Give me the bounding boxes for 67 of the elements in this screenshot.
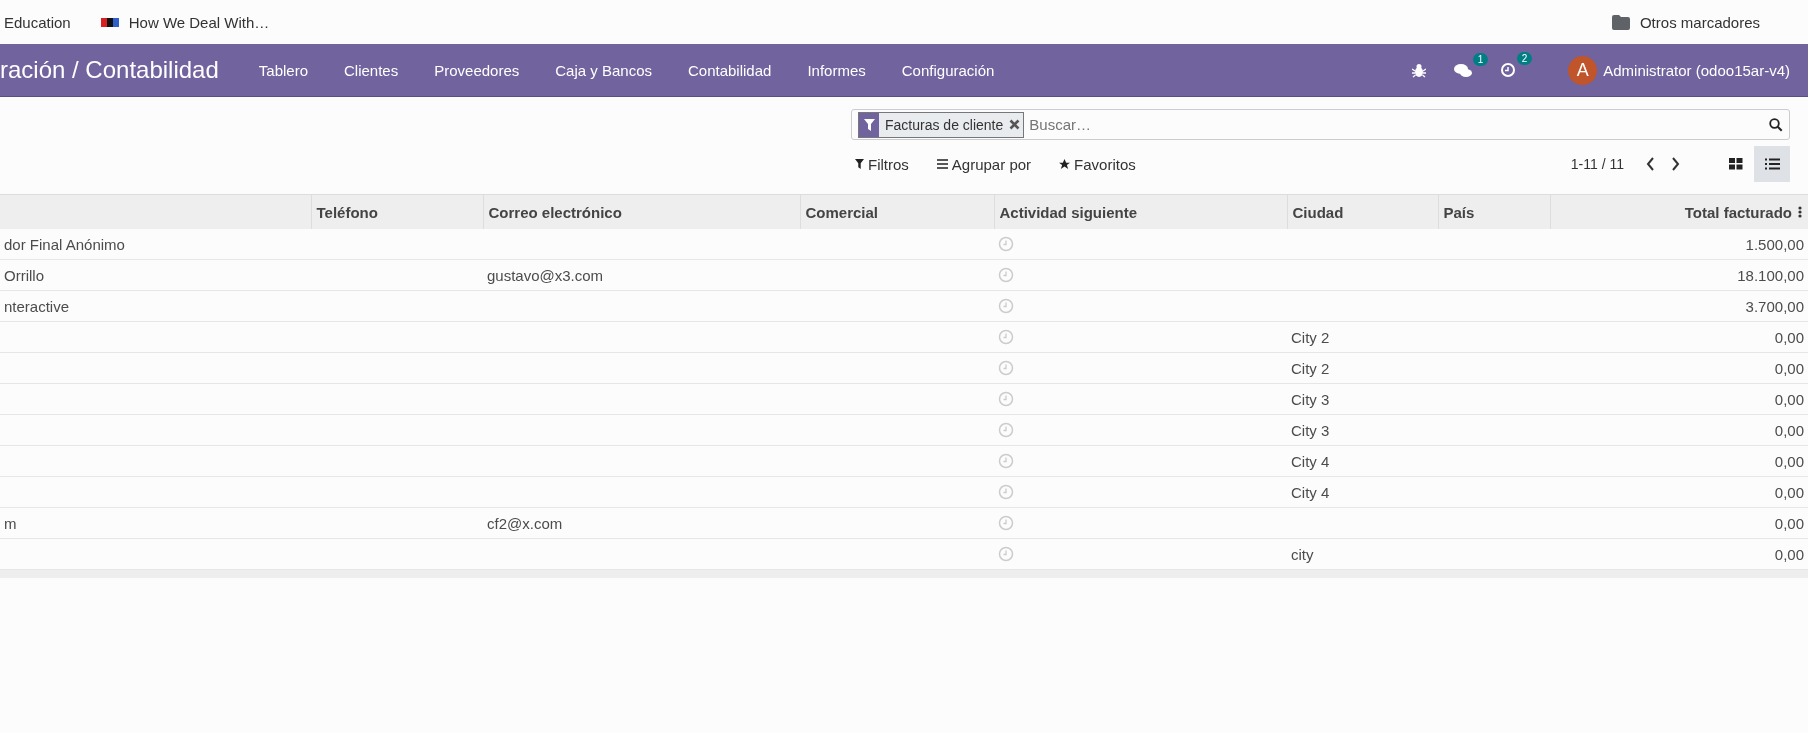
table-cell: 3.700,00 (1745, 297, 1804, 315)
table-cell: 0,00 (1774, 390, 1804, 408)
table-cell: 0,00 (1774, 328, 1804, 346)
lines-icon (936, 159, 948, 169)
search-icon[interactable] (1769, 117, 1783, 132)
table-cell: 0,00 (1774, 514, 1804, 532)
menu-item[interactable]: Configuración (883, 61, 1013, 79)
grid-icon (1729, 158, 1743, 170)
search-field[interactable]: Facturas de cliente Buscar… (851, 109, 1790, 140)
bookmark-link[interactable]: Education (4, 13, 71, 31)
column-header[interactable]: Comercial (800, 194, 994, 229)
menu-item[interactable]: Informes (789, 61, 884, 79)
pager-value: 1-11 / 11 (1570, 156, 1624, 172)
table-cell: City 2 (1291, 328, 1330, 346)
group-by-button[interactable]: Agrupar por (932, 155, 1036, 173)
table-cell: 0,00 (1774, 359, 1804, 377)
table-cell: m (4, 514, 17, 532)
activity-count-badge: 2 (1516, 52, 1533, 65)
table-cell: City 3 (1291, 390, 1330, 408)
user-name[interactable]: Administrator (odoo15ar-v4) (1603, 61, 1790, 79)
table-cell: City 4 (1291, 452, 1330, 470)
column-header[interactable]: Ciudad (1287, 194, 1438, 229)
chat-icon[interactable] (1454, 62, 1473, 78)
star-icon (1059, 158, 1071, 170)
chevron-left-icon[interactable] (1646, 157, 1655, 171)
table-cell: nteractive (4, 297, 70, 315)
list-view-button[interactable] (1754, 146, 1790, 182)
npr-logo-icon (100, 17, 119, 27)
close-icon[interactable] (1009, 119, 1021, 130)
list-icon (1764, 158, 1780, 170)
bug-icon[interactable] (1412, 62, 1427, 78)
table-cell: 0,00 (1774, 545, 1804, 563)
table-cell: city (1291, 545, 1314, 563)
table-cell: gustavo@x3.com (487, 266, 604, 284)
table-cell: City 4 (1291, 483, 1330, 501)
table-cell: City 2 (1291, 359, 1330, 377)
more-options-icon[interactable] (1798, 206, 1802, 218)
menu-item[interactable]: Contabilidad (670, 61, 790, 79)
table-cell: cf2@x.com (487, 514, 563, 532)
message-count-badge: 1 (1472, 52, 1489, 66)
user-avatar[interactable]: A (1568, 55, 1598, 85)
filter-icon (863, 118, 875, 131)
favorites-button[interactable]: Favoritos (1055, 155, 1140, 173)
chevron-right-icon[interactable] (1671, 157, 1680, 171)
filter-icon (855, 159, 864, 169)
table-cell: dor Final Anónimo (4, 235, 125, 253)
filter-facet[interactable]: Facturas de cliente (858, 111, 1025, 138)
table-cell: 0,00 (1774, 421, 1804, 439)
column-header[interactable]: Actividad siguiente (994, 194, 1287, 229)
table-cell: Orrillo (4, 266, 44, 284)
filters-button[interactable]: Filtros (851, 155, 913, 173)
bookmark-link[interactable]: How We Deal With… (128, 13, 270, 31)
table-cell: City 3 (1291, 421, 1330, 439)
folder-icon (1611, 14, 1630, 30)
menu-item[interactable]: Tablero (240, 61, 326, 79)
table-cell: 1.500,00 (1745, 235, 1804, 253)
table-cell: 0,00 (1774, 483, 1804, 501)
table-cell: 18.100,00 (1737, 266, 1804, 284)
column-header[interactable]: Correo electrónico (483, 194, 800, 229)
other-bookmarks-link[interactable]: Otros marcadores (1639, 13, 1760, 31)
menu-item[interactable]: Caja y Bancos (537, 61, 670, 79)
app-title[interactable]: ración / Contabilidad (0, 56, 219, 84)
column-header[interactable]: País (1438, 194, 1550, 229)
menu-item[interactable]: Proveedores (416, 61, 538, 79)
column-header[interactable]: Teléfono (311, 194, 483, 229)
table-cell: 0,00 (1774, 452, 1804, 470)
menu-item[interactable]: Clientes (326, 61, 417, 79)
